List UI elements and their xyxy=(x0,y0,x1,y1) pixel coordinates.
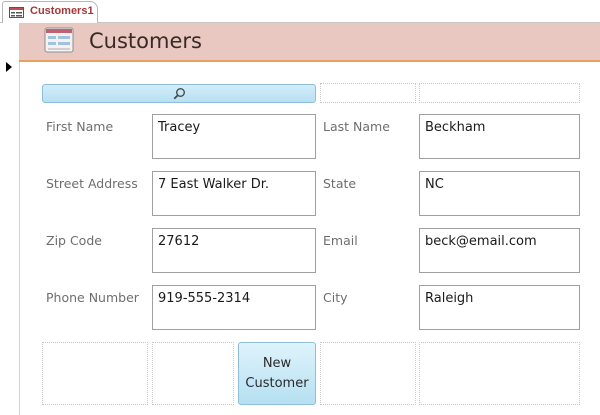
layout-cell xyxy=(419,342,580,405)
layout-cell xyxy=(42,342,148,405)
tab-customers1[interactable]: Customers1 xyxy=(2,1,98,23)
search-bar[interactable] xyxy=(42,84,316,103)
new-customer-button-label-line2: Customer xyxy=(245,375,309,391)
street-address-label: Street Address xyxy=(46,176,138,191)
last-name-label: Last Name xyxy=(323,119,390,134)
layout-cell xyxy=(320,83,416,103)
layout-cell xyxy=(320,342,416,405)
header-divider xyxy=(19,60,600,62)
current-record-arrow-icon xyxy=(6,62,12,72)
state-label: State xyxy=(323,176,357,191)
search-icon xyxy=(173,88,185,100)
city-label: City xyxy=(323,290,348,305)
phone-number-label: Phone Number xyxy=(46,290,139,305)
email-label: Email xyxy=(323,233,358,248)
state-field[interactable]: NC xyxy=(419,171,580,216)
first-name-field[interactable]: Tracey xyxy=(152,114,316,159)
zip-code-label: Zip Code xyxy=(46,233,102,248)
phone-number-field[interactable]: 919-555-2314 xyxy=(152,285,316,330)
new-customer-button-label-line1: New xyxy=(262,355,292,371)
zip-code-field[interactable]: 27612 xyxy=(152,228,316,273)
street-address-field[interactable]: 7 East Walker Dr. xyxy=(152,171,316,216)
new-customer-button[interactable]: New Customer xyxy=(238,342,316,405)
city-field[interactable]: Raleigh xyxy=(419,285,580,330)
form-icon xyxy=(9,7,24,18)
email-field[interactable]: beck@email.com xyxy=(419,228,580,273)
tab-label: Customers1 xyxy=(30,5,94,17)
layout-cell xyxy=(152,342,234,405)
form-header: Customers xyxy=(19,23,600,60)
last-name-field[interactable]: Beckham xyxy=(419,114,580,159)
first-name-label: First Name xyxy=(46,119,114,134)
page-title: Customers xyxy=(89,29,202,53)
form-icon xyxy=(44,27,74,53)
layout-cell xyxy=(419,83,580,103)
document-tab-strip: Customers1 xyxy=(0,0,600,23)
record-selector[interactable] xyxy=(0,23,20,415)
